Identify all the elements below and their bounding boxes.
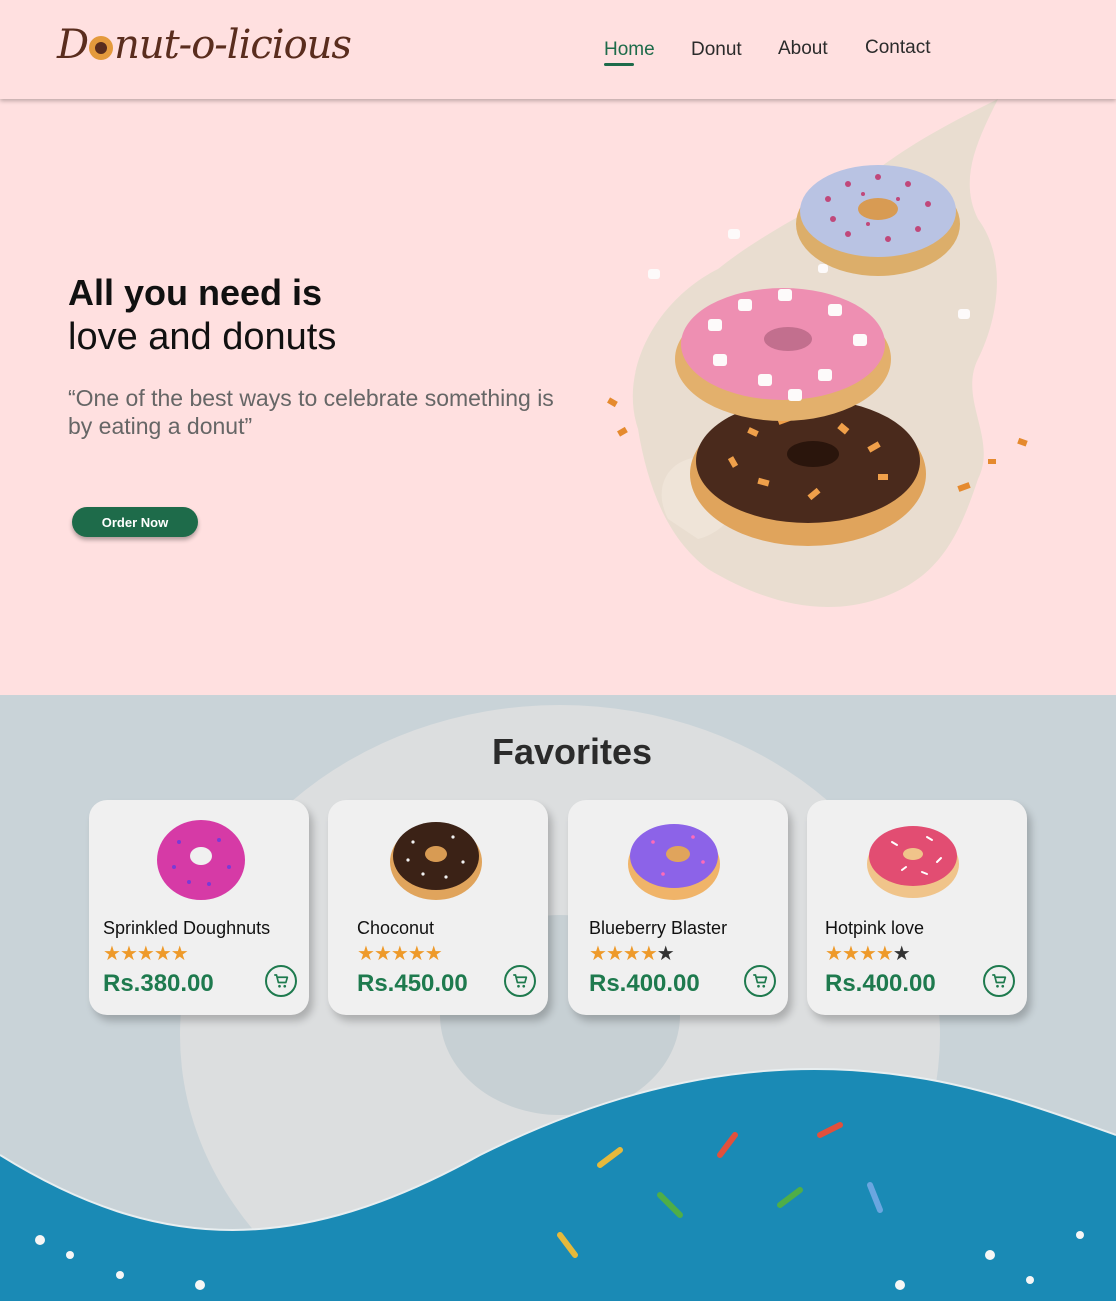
product-card[interactable]: Sprinkled Doughnuts ★★★★★ Rs.380.00 (89, 800, 309, 1015)
star-filled-icon: ★ (605, 943, 624, 965)
donut-image (157, 820, 245, 900)
product-price: Rs.380.00 (103, 970, 214, 997)
product-name: Choconut (357, 918, 435, 938)
star-filled-icon: ★ (153, 943, 172, 965)
add-to-cart-button[interactable] (265, 965, 297, 997)
star-filled-icon: ★ (841, 943, 860, 965)
nav-donut[interactable]: Donut (691, 39, 742, 61)
hero-title-line2: love and donuts (68, 316, 337, 358)
star-filled-icon: ★ (357, 943, 375, 965)
star-filled-icon: ★ (119, 943, 138, 965)
product-name: Sprinkled Doughnuts (103, 918, 271, 938)
cart-icon (513, 974, 528, 988)
product-price: Rs.400.00 (825, 970, 936, 997)
star-empty-icon: ★ (892, 943, 911, 965)
star-filled-icon: ★ (858, 943, 877, 965)
star-filled-icon: ★ (136, 943, 155, 965)
add-to-cart-button[interactable] (744, 965, 776, 997)
nav-contact[interactable]: Contact (865, 37, 930, 59)
add-to-cart-button[interactable] (504, 965, 536, 997)
star-empty-icon: ★ (656, 943, 675, 965)
donut-stack-image (607, 99, 1028, 608)
product-card[interactable]: Blueberry Blaster ★★★★★ Rs.400.00 (568, 800, 788, 1015)
star-filled-icon: ★ (825, 943, 843, 965)
donut-image (867, 826, 959, 898)
product-name: Blueberry Blaster (589, 918, 728, 938)
add-to-cart-button[interactable] (983, 965, 1015, 997)
rating-stars: ★★★★★ (357, 943, 443, 965)
star-filled-icon: ★ (407, 943, 426, 965)
donut-image (390, 822, 482, 900)
favorites-title: Favorites (491, 731, 653, 772)
rating-stars: ★★★★★ (589, 943, 675, 965)
star-filled-icon: ★ (875, 943, 894, 965)
cart-icon (992, 974, 1007, 988)
hero-quote: “One of the best ways to celebrate somet… (68, 385, 554, 439)
site-header: Dnut-o-licious Home Donut About Contact (0, 0, 1116, 99)
star-filled-icon: ★ (424, 943, 443, 965)
star-filled-icon: ★ (373, 943, 392, 965)
star-filled-icon: ★ (639, 943, 658, 965)
hero-title-line1: All you need is (68, 272, 323, 313)
rating-stars: ★★★★★ (825, 943, 911, 965)
product-price: Rs.400.00 (589, 970, 700, 997)
star-filled-icon: ★ (589, 943, 607, 965)
rating-stars: ★★★★★ (103, 943, 189, 965)
nav-home[interactable]: Home (604, 39, 655, 61)
star-filled-icon: ★ (622, 943, 641, 965)
donut-image (628, 824, 720, 900)
favorites-section: Favorites Sprinkled Doughnuts ★★★★★ Rs.3… (0, 695, 1116, 1301)
order-now-button[interactable]: Order Now (72, 507, 198, 537)
cart-icon (753, 974, 768, 988)
star-filled-icon: ★ (170, 943, 189, 965)
product-card[interactable]: Hotpink love ★★★★★ Rs.400.00 (807, 800, 1027, 1015)
product-price: Rs.450.00 (357, 970, 468, 997)
product-name: Hotpink love (825, 918, 925, 938)
cart-icon (274, 974, 289, 988)
main-nav: Home Donut About Contact (0, 36, 1116, 76)
hero-section: All you need is love and donuts “One of … (0, 99, 1116, 695)
star-filled-icon: ★ (103, 943, 121, 965)
active-nav-indicator (604, 63, 634, 66)
nav-about[interactable]: About (778, 38, 828, 60)
star-filled-icon: ★ (390, 943, 409, 965)
product-card[interactable]: Choconut ★★★★★ Rs.450.00 (328, 800, 548, 1015)
